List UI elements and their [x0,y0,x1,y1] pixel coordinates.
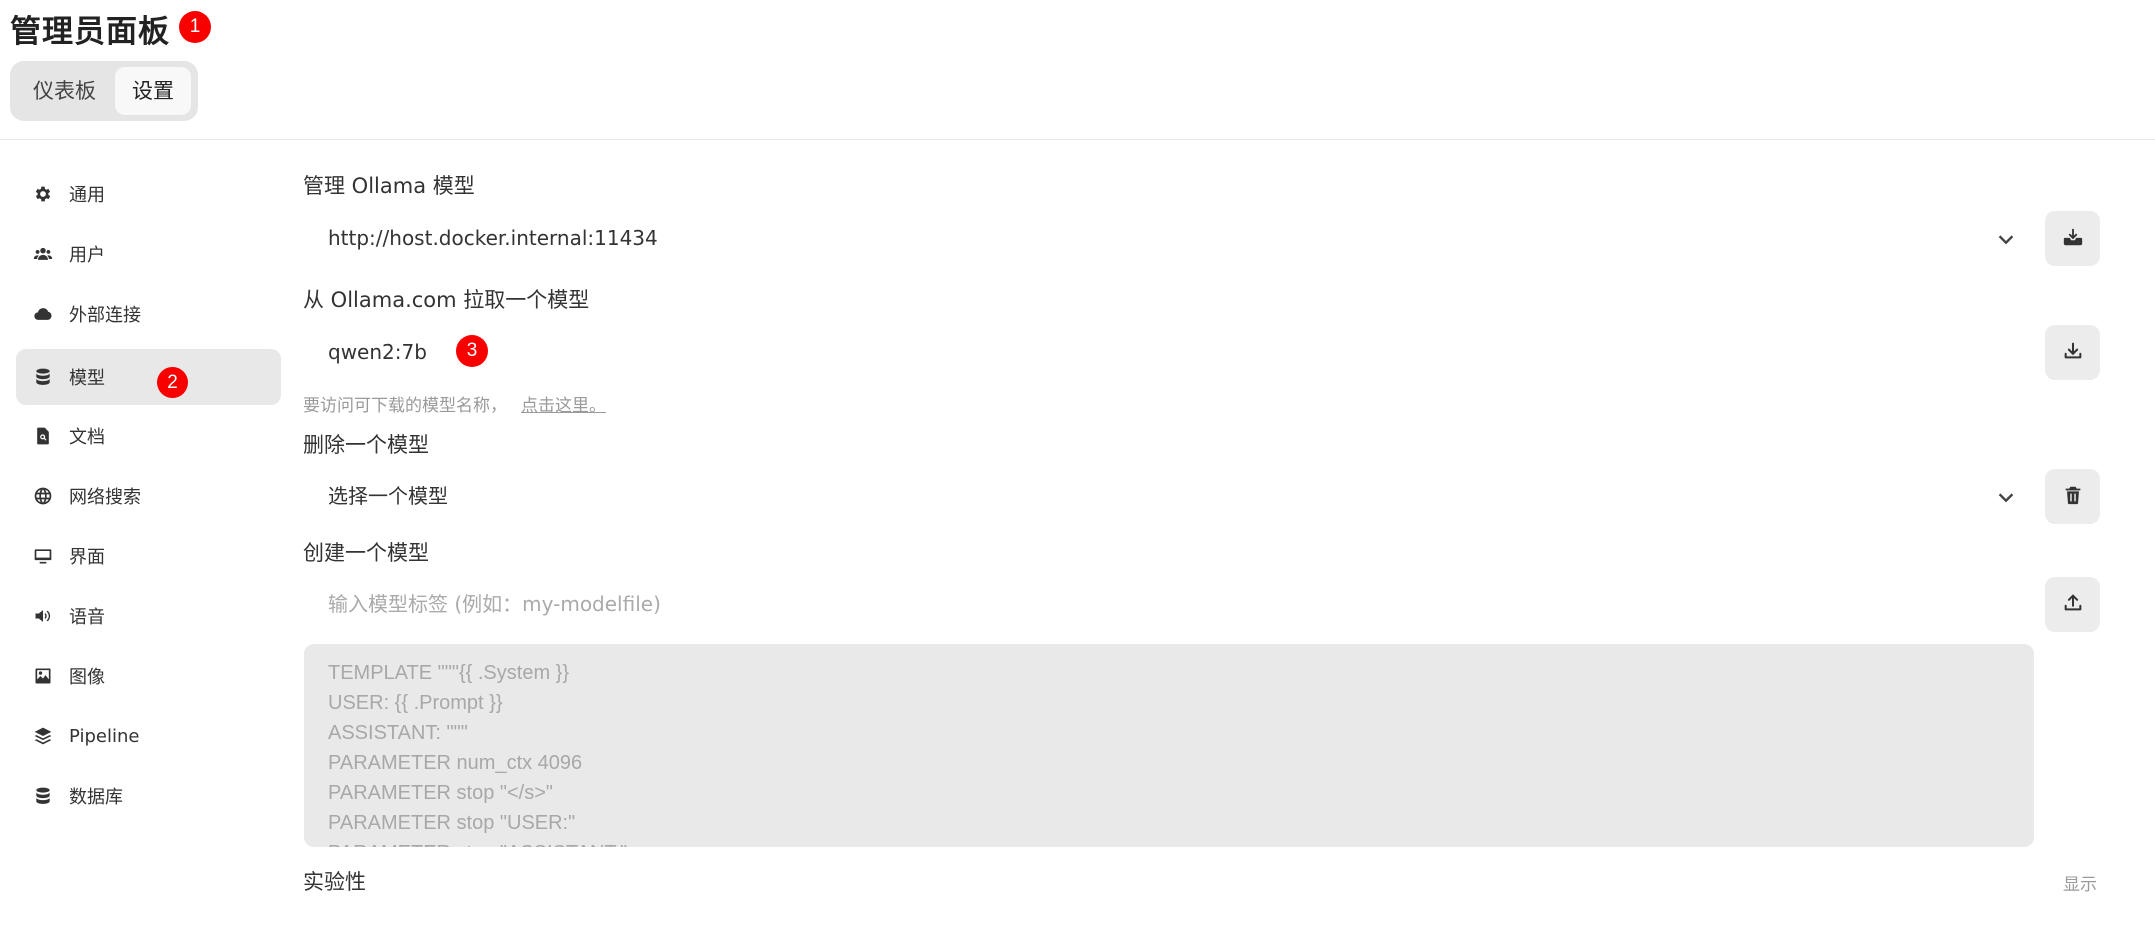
modelfile-line: TEMPLATE """{{ .System }} [328,662,570,684]
sidebar-item-models[interactable]: 模型 [16,349,281,405]
sidebar-item-images[interactable]: 图像 [16,648,281,704]
database-icon [32,785,54,807]
sidebar-item-label: 模型 [69,368,105,389]
cloud-icon [32,303,54,325]
image-icon [32,665,54,687]
monitor-icon [32,545,54,567]
sidebar-item-audio[interactable]: 语音 [16,588,281,644]
sidebar-item-label: 用户 [69,245,105,266]
upload-icon [2062,592,2084,618]
sidebar-item-label: 界面 [69,547,105,568]
download-tray-icon [2062,226,2084,252]
chevron-down-icon[interactable] [1995,486,2017,508]
pull-model-button[interactable] [2045,325,2100,380]
database-icon [32,366,54,388]
document-search-icon [32,425,54,447]
delete-model-button[interactable] [2045,469,2100,524]
sidebar-item-web-search[interactable]: 网络搜索 [16,468,281,524]
modelfile-line: USER: {{ .Prompt }} [328,692,503,714]
speaker-icon [32,605,54,627]
pull-model-hint: 要访问可下载的模型名称， 点击这里。 [303,391,606,416]
sidebar-item-label: 数据库 [69,787,123,808]
trash-icon [2062,484,2084,510]
sidebar-item-general[interactable]: 通用 [16,166,281,222]
sidebar-item-label: 通用 [69,185,105,206]
delete-model-select[interactable]: 选择一个模型 [303,469,2033,523]
experimental-title: 实验性 [303,870,366,894]
pull-hint-text: 要访问可下载的模型名称， [303,396,507,416]
tab-dashboard[interactable]: 仪表板 [16,67,113,115]
sidebar-item-connections[interactable]: 外部连接 [16,286,281,342]
chevron-down-icon[interactable] [1995,228,2017,250]
download-icon [2062,340,2084,366]
gear-icon [32,183,54,205]
sidebar-item-documents[interactable]: 文档 [16,408,281,464]
page-title: 管理员面板 [10,14,170,50]
globe-icon [32,485,54,507]
pull-model-input[interactable]: qwen2:7b [303,325,2033,379]
update-models-button[interactable] [2045,211,2100,266]
sidebar-item-label: 外部连接 [69,305,141,326]
modelfile-line: PARAMETER stop "</s>" [328,782,554,804]
sidebar-item-label: 文档 [69,427,105,448]
delete-model-title: 删除一个模型 [303,433,429,457]
annotation-badge-3: 3 [456,335,488,367]
layers-icon [32,725,54,747]
experimental-show-toggle[interactable]: 显示 [2063,870,2097,895]
ollama-url-select[interactable]: http://host.docker.internal:11434 [303,211,2033,265]
sidebar-item-label: 语音 [69,607,105,628]
annotation-badge-2: 2 [157,367,188,398]
sidebar-item-label: 网络搜索 [69,487,141,508]
manage-ollama-title: 管理 Ollama 模型 [303,174,475,198]
modelfile-line: PARAMETER num_ctx 4096 [328,752,583,774]
sidebar-item-interface[interactable]: 界面 [16,528,281,584]
sidebar-item-database[interactable]: 数据库 [16,768,281,824]
users-icon [32,243,54,265]
tab-bar: 仪表板 设置 [10,61,198,121]
create-model-title: 创建一个模型 [303,541,429,565]
pull-hint-link[interactable]: 点击这里。 [521,396,606,416]
sidebar-item-users[interactable]: 用户 [16,226,281,282]
sidebar-item-pipeline[interactable]: Pipeline [16,708,281,764]
modelfile-line: PARAMETER stop "USER:" [328,812,576,834]
modelfile-line: ASSISTANT: """ [328,722,468,744]
modelfile-line: PARAMETER stop "ASSISTANT:" [328,838,2010,847]
sidebar-item-label: 图像 [69,667,105,688]
modelfile-textarea[interactable]: TEMPLATE """{{ .System }} USER: {{ .Prom… [304,644,2034,847]
pull-model-title: 从 Ollama.com 拉取一个模型 [303,288,590,312]
sidebar-item-label: Pipeline [69,725,140,747]
tab-settings[interactable]: 设置 [115,67,191,115]
annotation-badge-1: 1 [179,11,211,43]
model-tag-input[interactable]: 输入模型标签 (例如：my-modelfile) [303,577,2033,631]
create-model-button[interactable] [2045,577,2100,632]
header-divider [0,139,2155,140]
